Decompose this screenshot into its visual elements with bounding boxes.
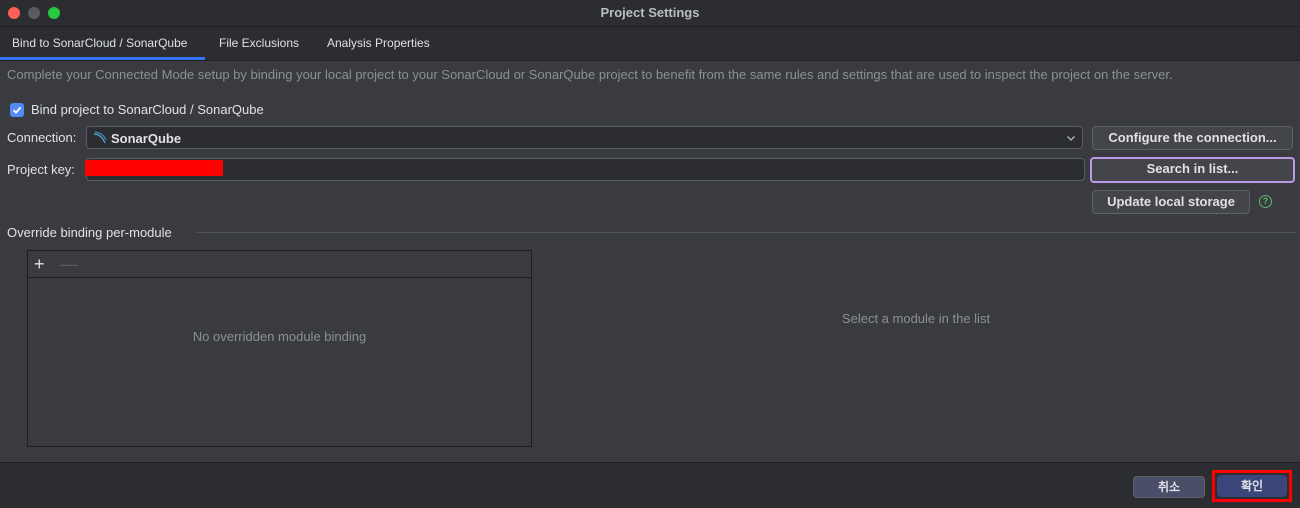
tab-bar: Bind to SonarCloud / SonarQube File Excl… <box>0 27 1300 61</box>
tab-bind[interactable]: Bind to SonarCloud / SonarQube <box>12 36 187 50</box>
connection-label: Connection: <box>7 130 77 145</box>
project-key-label: Project key: <box>7 162 75 177</box>
module-binding-list[interactable]: + — No overridden module binding <box>27 250 532 447</box>
window-title: Project Settings <box>600 5 700 20</box>
project-key-field[interactable] <box>85 158 1085 181</box>
connection-dropdown[interactable]: SonarQube <box>86 126 1083 149</box>
redaction-box <box>85 160 223 176</box>
checkmark-icon <box>12 106 22 114</box>
override-section-title: Override binding per-module <box>7 225 172 240</box>
title-bar: Project Settings <box>0 0 1300 27</box>
description-text: Complete your Connected Mode setup by bi… <box>7 67 1173 82</box>
search-in-list-button[interactable]: Search in list... <box>1090 157 1295 183</box>
cancel-button[interactable]: 취소 <box>1133 476 1205 498</box>
configure-connection-button[interactable]: Configure the connection... <box>1092 126 1293 150</box>
tab-file-exclusions[interactable]: File Exclusions <box>219 36 299 50</box>
sonarqube-icon <box>93 131 107 144</box>
remove-icon: — <box>60 254 78 274</box>
empty-list-text: No overridden module binding <box>192 329 367 344</box>
section-divider <box>196 232 1296 233</box>
active-tab-indicator <box>0 57 205 60</box>
bind-checkbox-label[interactable]: Bind project to SonarCloud / SonarQube <box>31 102 264 117</box>
module-toolbar: + — <box>28 251 531 278</box>
chevron-down-icon <box>1067 136 1075 141</box>
help-icon[interactable]: ? <box>1259 195 1272 208</box>
add-icon[interactable]: + <box>34 254 45 274</box>
ok-button[interactable]: 확인 <box>1217 475 1287 497</box>
dialog-footer: 취소 확인 <box>0 462 1300 508</box>
bind-checkbox[interactable] <box>10 103 24 117</box>
tab-analysis-properties[interactable]: Analysis Properties <box>327 36 430 50</box>
connection-value: SonarQube <box>111 131 182 146</box>
module-details-empty-text: Select a module in the list <box>841 311 991 326</box>
update-local-storage-button[interactable]: Update local storage <box>1092 190 1250 214</box>
bind-panel: Complete your Connected Mode setup by bi… <box>0 61 1300 462</box>
